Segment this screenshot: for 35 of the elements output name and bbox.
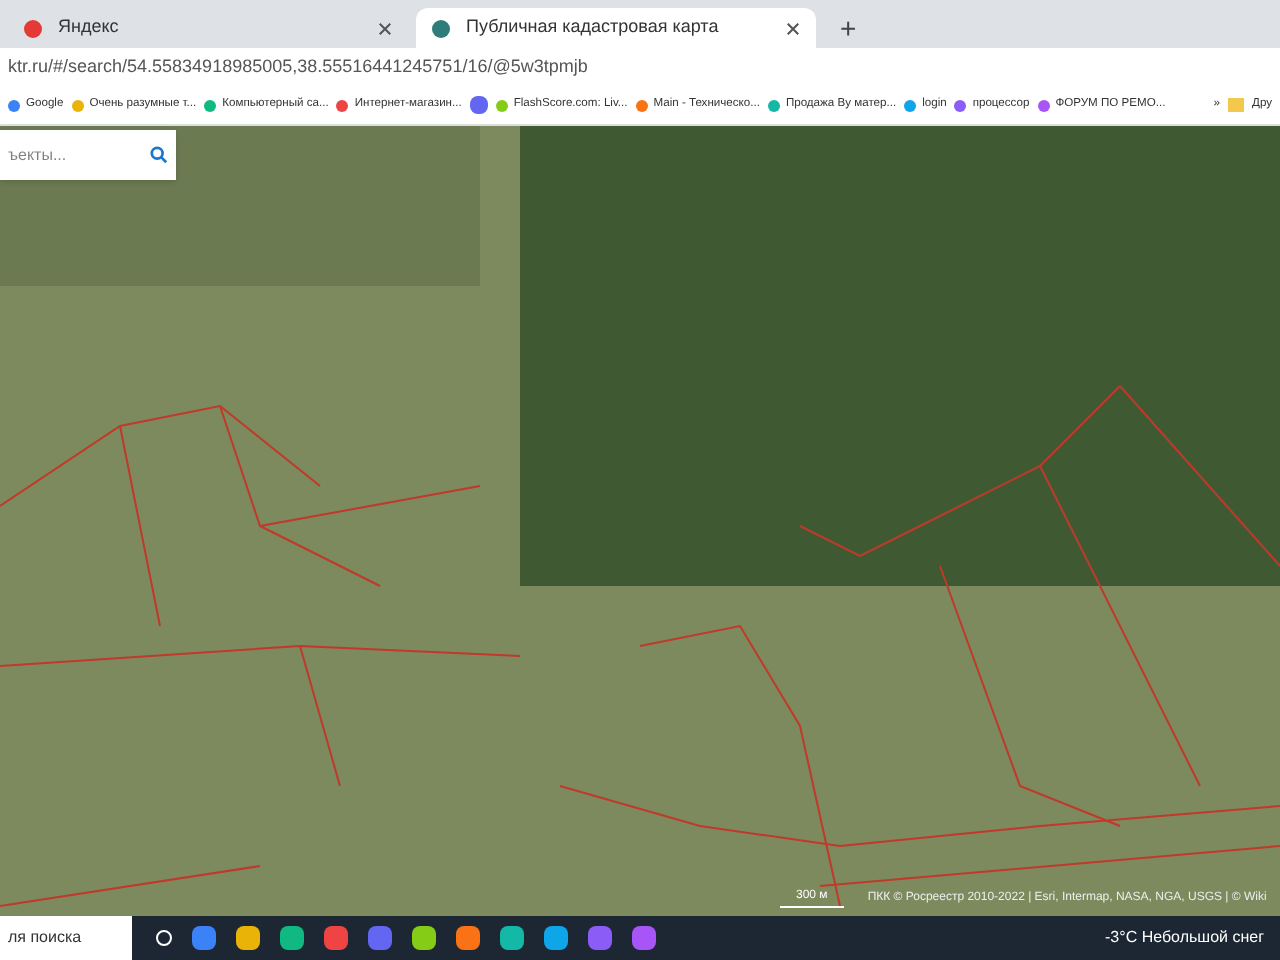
- folder-icon: [1228, 98, 1245, 112]
- favicon-icon: [204, 99, 217, 111]
- app-icon[interactable]: [280, 926, 304, 950]
- weather-status[interactable]: -3°C Небольшой снег: [1105, 926, 1280, 950]
- site-icon: [432, 19, 450, 37]
- close-icon[interactable]: [786, 21, 800, 35]
- task-view-icon[interactable]: [156, 930, 172, 946]
- taskbar-search-field[interactable]: ля поиска: [0, 916, 132, 960]
- app-icon[interactable]: [632, 926, 656, 950]
- app-icon[interactable]: [368, 926, 392, 950]
- app-icon[interactable]: [456, 926, 480, 950]
- address-bar[interactable]: ktr.ru/#/search/54.55834918985005,38.55516441245751/16/@5w3tpmjb: [8, 53, 588, 81]
- bookmark[interactable]: [469, 96, 488, 114]
- app-icon[interactable]: [588, 926, 612, 950]
- search-field[interactable]: ъекты...: [0, 130, 176, 180]
- app-icon[interactable]: [544, 926, 568, 950]
- favicon-icon: [71, 99, 84, 111]
- favicon-icon: [8, 99, 20, 111]
- favicon-icon: [1037, 99, 1050, 111]
- favicon-icon: [336, 99, 349, 111]
- app-icon[interactable]: [192, 926, 216, 950]
- search-input[interactable]: ъекты...: [8, 143, 128, 167]
- favicon-icon: [635, 99, 648, 111]
- new-tab-button[interactable]: +: [824, 8, 873, 48]
- app-icon[interactable]: [236, 926, 260, 950]
- favicon-icon: [954, 99, 967, 111]
- app-icon[interactable]: [500, 926, 524, 950]
- app-icon[interactable]: [412, 926, 436, 950]
- favicon-icon: [767, 99, 780, 111]
- site-icon: [24, 19, 42, 37]
- browser-tab[interactable]: Публичная кадастровая карта: [416, 8, 816, 48]
- close-icon[interactable]: [378, 21, 392, 35]
- app-icon[interactable]: [324, 926, 348, 950]
- favicon-icon: [904, 99, 917, 111]
- search-icon[interactable]: [150, 146, 168, 164]
